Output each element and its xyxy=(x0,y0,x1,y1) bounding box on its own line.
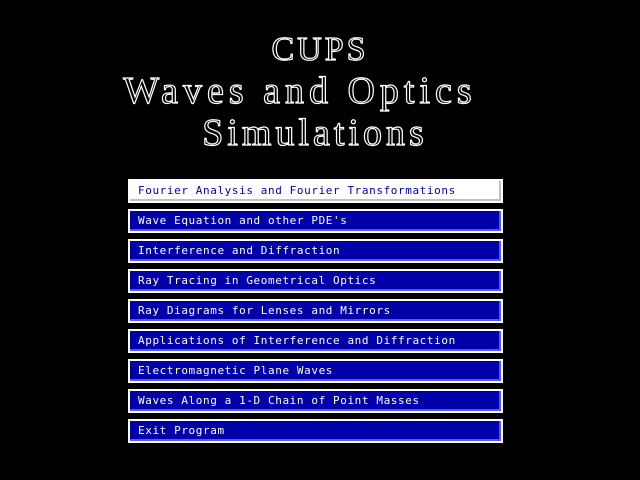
title-line-cups: CUPS xyxy=(271,30,369,68)
menu-item-electromagnetic-waves[interactable]: Electromagnetic Plane Waves xyxy=(128,359,503,383)
menu-item-label: Interference and Diffraction xyxy=(138,244,341,257)
menu-item-label: Electromagnetic Plane Waves xyxy=(138,364,334,377)
title-line-simulations: Simulations xyxy=(202,111,428,154)
main-menu: Fourier Analysis and Fourier Transformat… xyxy=(128,179,503,449)
menu-item-exit-program[interactable]: Exit Program xyxy=(128,419,503,443)
menu-item-label: Fourier Analysis and Fourier Transformat… xyxy=(138,184,456,197)
menu-item-label: Applications of Interference and Diffrac… xyxy=(138,334,456,347)
menu-item-wave-equation[interactable]: Wave Equation and other PDE's xyxy=(128,209,503,233)
menu-item-label: Ray Tracing in Geometrical Optics xyxy=(138,274,377,287)
menu-item-applications-interference[interactable]: Applications of Interference and Diffrac… xyxy=(128,329,503,353)
title-line-waves-and-optics: Waves and Optics xyxy=(123,69,477,112)
program-title: CUPS Waves and Optics Simulations xyxy=(0,30,640,154)
menu-item-ray-diagrams[interactable]: Ray Diagrams for Lenses and Mirrors xyxy=(128,299,503,323)
menu-item-fourier-analysis[interactable]: Fourier Analysis and Fourier Transformat… xyxy=(128,179,503,203)
menu-item-label: Ray Diagrams for Lenses and Mirrors xyxy=(138,304,391,317)
menu-item-chain-point-masses[interactable]: Waves Along a 1-D Chain of Point Masses xyxy=(128,389,503,413)
menu-item-label: Waves Along a 1-D Chain of Point Masses xyxy=(138,394,420,407)
menu-item-ray-tracing[interactable]: Ray Tracing in Geometrical Optics xyxy=(128,269,503,293)
menu-item-label: Exit Program xyxy=(138,424,225,437)
menu-item-label: Wave Equation and other PDE's xyxy=(138,214,348,227)
menu-item-interference-diffraction[interactable]: Interference and Diffraction xyxy=(128,239,503,263)
